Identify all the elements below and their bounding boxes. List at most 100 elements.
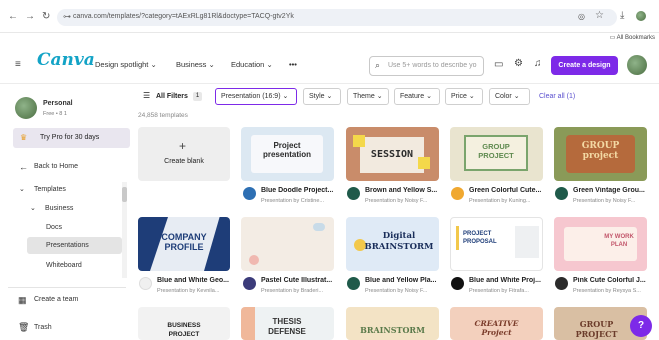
sidebar-item-whiteboard[interactable]: Whiteboard — [46, 262, 82, 269]
template-author[interactable]: Presentation by Kevnila... — [157, 288, 230, 294]
thumbnail-title: Digital BRAINSTORM — [364, 231, 434, 252]
chip-color[interactable]: Color ⌄ — [489, 88, 530, 105]
author-avatar — [451, 187, 464, 200]
template-author[interactable]: Presentation by Reysya S... — [573, 288, 647, 294]
template-thumbnail[interactable]: GROUP project — [554, 127, 647, 181]
reload-icon[interactable]: ↻ — [42, 11, 50, 22]
template-thumbnail[interactable]: SESSION — [346, 127, 439, 181]
sidebar-item-docs[interactable]: Docs — [46, 224, 62, 231]
nav-education[interactable]: Education ⌄ — [231, 60, 273, 69]
create-team-link[interactable]: Create a team — [34, 296, 78, 303]
template-title[interactable]: Blue Doodle Project... — [261, 187, 335, 194]
help-button[interactable]: ? — [630, 315, 652, 337]
decor-shape — [241, 307, 255, 340]
template-title[interactable]: Green Colorful Cute... — [469, 187, 543, 194]
sidebar-scroll-thumb[interactable] — [122, 187, 127, 202]
search-input[interactable]: ⌕ Use 5+ words to describe yo — [369, 56, 484, 76]
image-placeholder — [515, 226, 539, 258]
template-thumbnail[interactable]: GROUP PROJECT — [450, 127, 543, 181]
download-icon[interactable]: ⤓ — [620, 10, 624, 21]
chip-price[interactable]: Price ⌄ — [445, 88, 483, 105]
account-name[interactable]: Personal — [43, 100, 73, 107]
back-arrow-icon[interactable]: ← — [8, 11, 18, 22]
sidebar-item-templates[interactable]: Templates — [34, 186, 66, 193]
author-avatar — [555, 277, 568, 290]
try-pro-button[interactable]: ♛ Try Pro for 30 days — [13, 128, 130, 148]
template-author[interactable]: Presentation by Noisy F... — [365, 288, 439, 294]
bookmarks-label[interactable]: All Bookmarks — [617, 35, 655, 41]
thumbnail-title: CREATIVE Project — [474, 319, 519, 337]
template-author[interactable]: Presentation by Noisy F... — [573, 198, 647, 204]
template-author[interactable]: Presentation by Kuning... — [469, 198, 543, 204]
chip-label: Color — [495, 93, 512, 100]
profile-avatar[interactable] — [636, 11, 646, 21]
template-title[interactable]: Green Vintage Grou... — [573, 187, 647, 194]
trash-link[interactable]: Trash — [34, 324, 52, 331]
template-thumbnail[interactable]: BUSINESS PROJECT — [138, 307, 230, 340]
template-author[interactable]: Presentation by Fitrafa... — [469, 288, 543, 294]
chip-feature[interactable]: Feature ⌄ — [394, 88, 440, 105]
browser-toolbar: ← → ↻ ⊶ canva.com/templates/?category=tA… — [0, 0, 659, 33]
author-avatar — [555, 187, 568, 200]
star-icon[interactable]: ☆ — [595, 10, 604, 21]
author-avatar — [243, 187, 256, 200]
all-filters-label: All Filters — [156, 93, 188, 100]
address-bar[interactable]: ⊶ canva.com/templates/?category=tAExRLg8… — [57, 9, 617, 26]
crown-icon: ♛ — [20, 133, 28, 142]
chip-label: Presentation (16:9) — [221, 93, 281, 100]
divider — [8, 287, 126, 288]
template-title[interactable]: Brown and Yellow S... — [365, 187, 439, 194]
thumbnail-title: SESSION — [370, 149, 414, 160]
template-thumbnail[interactable] — [241, 217, 334, 271]
create-blank-card[interactable]: + Create blank — [138, 127, 230, 181]
template-thumbnail[interactable]: COMPANY PROFILE — [138, 217, 230, 271]
site-info-icon[interactable]: ⊶ — [63, 12, 71, 21]
template-author[interactable]: Presentation by Braderi... — [261, 288, 335, 294]
eye-off-icon[interactable]: ◎ — [578, 12, 585, 21]
template-title[interactable]: Pastel Cute Illustrat... — [261, 277, 335, 284]
canva-logo[interactable]: Canva — [37, 50, 95, 70]
template-thumbnail[interactable]: CREATIVE Project — [450, 307, 543, 340]
template-thumbnail[interactable]: MY WORK PLAN — [554, 217, 647, 271]
account-avatar[interactable] — [15, 97, 37, 119]
chip-presentation[interactable]: Presentation (16:9) ⌄ — [215, 88, 297, 105]
monitor-icon[interactable]: ▭ — [494, 59, 503, 70]
template-thumbnail[interactable]: THESIS DEFENSE — [241, 307, 334, 340]
chevron-down-icon[interactable]: ⌄ — [30, 204, 36, 212]
thumbnail-title: COMPANY PROFILE — [161, 232, 207, 252]
nav-label: Design spotlight — [95, 60, 149, 69]
forward-arrow-icon[interactable]: → — [25, 11, 35, 22]
back-to-home-link[interactable]: Back to Home — [34, 163, 78, 170]
menu-icon[interactable]: ≡ — [15, 59, 21, 70]
chip-theme[interactable]: Theme ⌄ — [347, 88, 389, 105]
bell-icon[interactable]: ♫ — [534, 58, 542, 69]
template-thumbnail[interactable]: PROJECT PROPOSAL — [450, 217, 543, 271]
sidebar-item-business[interactable]: Business — [45, 205, 73, 212]
thumbnail-title: GROUP project — [581, 141, 620, 161]
template-thumbnail[interactable]: Project presentation — [241, 127, 334, 181]
thumbnail-title: MY WORK PLAN — [604, 234, 634, 248]
all-filters-button[interactable]: ☰ All Filters 1 — [138, 88, 207, 105]
template-title[interactable]: Blue and White Proj... — [469, 277, 543, 284]
template-title[interactable]: Pink Cute Colorful J... — [573, 277, 647, 284]
create-design-button[interactable]: Create a design — [551, 56, 618, 75]
template-title[interactable]: Blue and Yellow Pla... — [365, 277, 439, 284]
user-avatar[interactable] — [627, 55, 647, 75]
chip-style[interactable]: Style ⌄ — [303, 88, 341, 105]
clear-all-link[interactable]: Clear all (1) — [539, 93, 575, 100]
template-thumbnail[interactable]: BRAINSTORM — [346, 307, 439, 340]
template-author[interactable]: Presentation by Cristine... — [261, 198, 335, 204]
template-author[interactable]: Presentation by Noisy F... — [365, 198, 439, 204]
folder-icon: ▭ — [609, 35, 617, 41]
more-menu[interactable]: ••• — [289, 60, 297, 69]
gear-icon[interactable]: ⚙ — [514, 58, 523, 69]
chevron-down-icon[interactable]: ⌄ — [19, 185, 25, 193]
author-avatar — [451, 277, 464, 290]
nav-design-spotlight[interactable]: Design spotlight ⌄ — [95, 60, 157, 69]
template-thumbnail[interactable]: Digital BRAINSTORM — [346, 217, 439, 271]
nav-business[interactable]: Business ⌄ — [176, 60, 215, 69]
template-title[interactable]: Blue and White Geo... — [157, 277, 230, 284]
author-avatar — [243, 277, 256, 290]
sticky-note — [353, 135, 365, 147]
template-count: 24,858 templates — [138, 112, 188, 119]
